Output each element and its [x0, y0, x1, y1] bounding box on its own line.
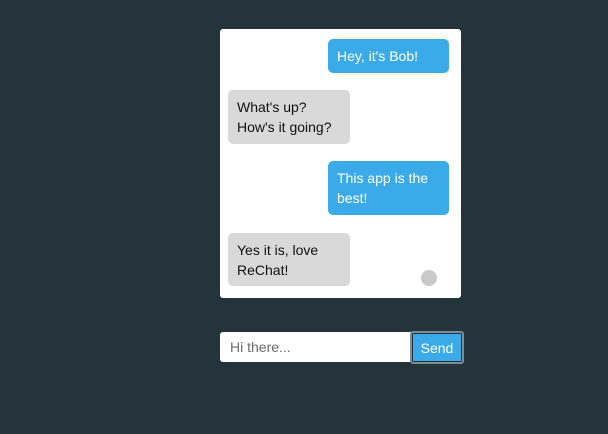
message-sent: This app is the best! [328, 161, 449, 215]
message-composer: Send [220, 331, 464, 364]
message-received: Yes it is, love ReChat! [228, 233, 350, 286]
message-input[interactable] [220, 332, 411, 362]
message-received: What's up? How's it going? [228, 90, 350, 144]
send-button[interactable]: Send [410, 331, 464, 364]
message-sent: Hey, it's Bob! [328, 39, 449, 73]
typing-indicator-icon [421, 270, 437, 286]
chat-window: Hey, it's Bob! What's up? How's it going… [220, 29, 461, 298]
